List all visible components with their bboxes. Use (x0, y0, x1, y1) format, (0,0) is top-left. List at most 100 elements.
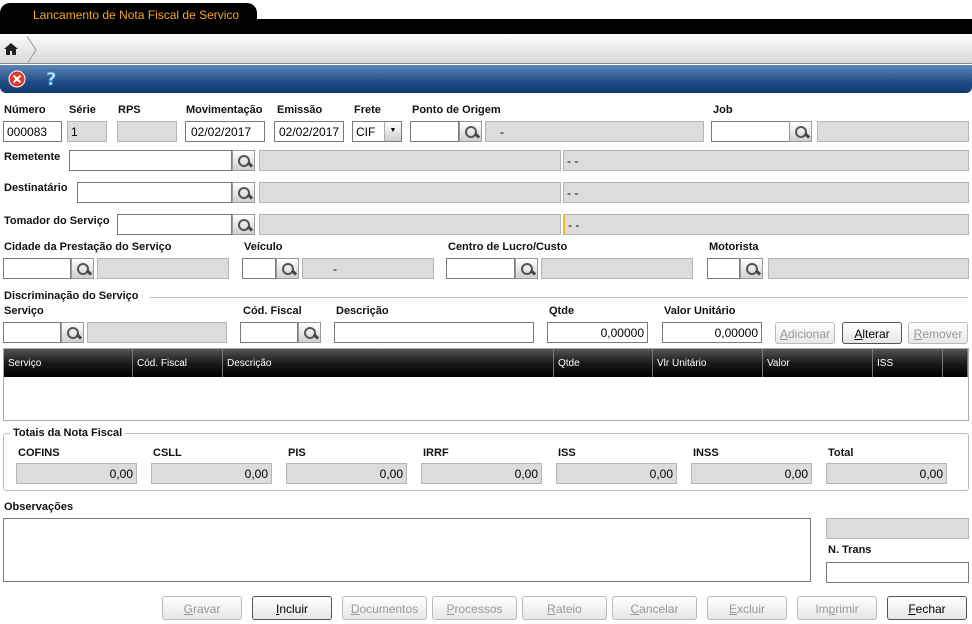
numero-label: Número (4, 104, 46, 116)
frete-label: Frete (354, 104, 381, 116)
job-label: Job (713, 104, 733, 116)
servico-label: Serviço (4, 305, 44, 317)
remetente-desc (259, 150, 561, 171)
close-circle-icon[interactable] (8, 70, 26, 88)
ntrans-input[interactable] (826, 562, 969, 583)
job-input[interactable] (711, 121, 790, 142)
movimentacao-label: Movimentação (186, 104, 263, 116)
qtde-input[interactable]: 0,00000 (547, 322, 648, 343)
search-icon[interactable] (232, 150, 255, 171)
destinatario-desc (259, 182, 561, 203)
cidade-desc (97, 258, 229, 279)
remetente-label: Remetente (4, 151, 61, 163)
divider (150, 297, 968, 298)
imprimir-button[interactable]: Imprimir (797, 596, 877, 620)
serie-label: Série (69, 104, 96, 116)
grid-header-valor[interactable]: Valor (763, 349, 873, 377)
grid-header-qtde[interactable]: Qtde (554, 349, 653, 377)
valor-unitario-input[interactable]: 0,00000 (662, 322, 762, 343)
ponto-origem-input[interactable] (410, 121, 459, 142)
valor-unitario-label: Valor Unitário (664, 305, 736, 317)
irrf-value: 0,00 (421, 463, 542, 484)
emissao-input[interactable]: 02/02/2017 (274, 121, 344, 142)
ponto-origem-desc: - (485, 121, 704, 142)
search-icon[interactable] (232, 214, 255, 235)
cidade-input[interactable] (3, 258, 71, 279)
search-icon[interactable] (789, 121, 812, 142)
processos-button[interactable]: Processos (432, 596, 517, 620)
search-icon[interactable] (298, 322, 321, 343)
breadcrumb (0, 36, 972, 64)
centro-input[interactable] (446, 258, 515, 279)
centro-desc (541, 258, 693, 279)
cancelar-button[interactable]: Cancelar (612, 596, 697, 620)
search-icon[interactable] (515, 258, 538, 279)
search-icon[interactable] (276, 258, 299, 279)
remover-button[interactable]: Remover (908, 322, 968, 344)
search-icon[interactable] (459, 121, 482, 142)
qtde-label: Qtde (549, 305, 575, 317)
rps-label: RPS (118, 104, 141, 116)
veiculo-input[interactable] (242, 258, 276, 279)
servico-section-title: Discriminação do Serviço (4, 290, 139, 302)
alterar-button[interactable]: Alterar (842, 322, 902, 344)
descricao-input[interactable] (334, 322, 534, 343)
tomador-desc (259, 214, 561, 235)
tomador-address: - - (563, 214, 969, 235)
cod-fiscal-label: Cód. Fiscal (243, 305, 302, 317)
home-icon[interactable] (4, 42, 18, 56)
veiculo-desc: - (302, 258, 434, 279)
servico-input[interactable] (3, 322, 61, 343)
ntrans-label: N. Trans (828, 544, 872, 556)
csll-value: 0,00 (151, 463, 272, 484)
inss-value: 0,00 (691, 463, 812, 484)
grid-header-filler (943, 349, 968, 377)
search-icon[interactable] (71, 258, 94, 279)
grid-header-vlr-unitario[interactable]: Vlr Unitário (653, 349, 763, 377)
numero-input[interactable]: 000083 (3, 121, 62, 142)
tomador-input[interactable] (117, 214, 232, 235)
destinatario-input[interactable] (77, 182, 232, 203)
iss-value: 0,00 (556, 463, 677, 484)
totais-title: Totais da Nota Fiscal (10, 427, 126, 439)
title-bar (0, 19, 972, 34)
grid-header-servico[interactable]: Serviço (4, 349, 133, 377)
remetente-input[interactable] (69, 150, 232, 171)
cod-fiscal-input[interactable] (240, 322, 298, 343)
pis-value: 0,00 (286, 463, 407, 484)
grid-header-cod-fiscal[interactable]: Cód. Fiscal (133, 349, 223, 377)
search-icon[interactable] (232, 182, 255, 203)
servico-desc (87, 322, 227, 343)
grid-header-descricao[interactable]: Descrição (223, 349, 554, 377)
centro-label: Centro de Lucro/Custo (448, 241, 568, 253)
fechar-button[interactable]: Fechar (887, 596, 967, 620)
action-toolbar: ? (0, 65, 972, 93)
serie-input: 1 (67, 121, 107, 142)
destinatario-label: Destinatário (4, 182, 68, 194)
grid-header-iss[interactable]: ISS (873, 349, 943, 377)
motorista-input[interactable] (707, 258, 740, 279)
svg-text:?: ? (46, 69, 56, 89)
rps-input (117, 121, 177, 142)
observacoes-label: Observações (4, 501, 74, 513)
chevron-down-icon[interactable]: ▼ (384, 122, 401, 141)
gravar-button[interactable]: Gravar (162, 596, 242, 620)
breadcrumb-separator (26, 36, 37, 64)
inss-label: INSS (693, 447, 719, 459)
frete-select[interactable]: CIF ▼ (352, 121, 402, 142)
movimentacao-input[interactable]: 02/02/2017 (185, 121, 265, 142)
observacoes-textarea[interactable] (3, 518, 811, 582)
adicionar-button[interactable]: Adicionar (775, 322, 835, 344)
search-icon[interactable] (740, 258, 763, 279)
help-question-icon[interactable]: ? (44, 69, 60, 89)
csll-label: CSLL (153, 447, 182, 459)
search-icon[interactable] (61, 322, 84, 343)
total-value: 0,00 (826, 463, 947, 484)
incluir-button[interactable]: Incluir (252, 596, 332, 620)
excluir-button[interactable]: Excluir (707, 596, 787, 620)
pis-label: PIS (288, 447, 306, 459)
tomador-label: Tomador do Serviço (4, 215, 110, 227)
documentos-button[interactable]: Documentos (342, 596, 427, 620)
rateio-button[interactable]: Rateio (522, 596, 607, 620)
frete-value: CIF (356, 125, 376, 139)
